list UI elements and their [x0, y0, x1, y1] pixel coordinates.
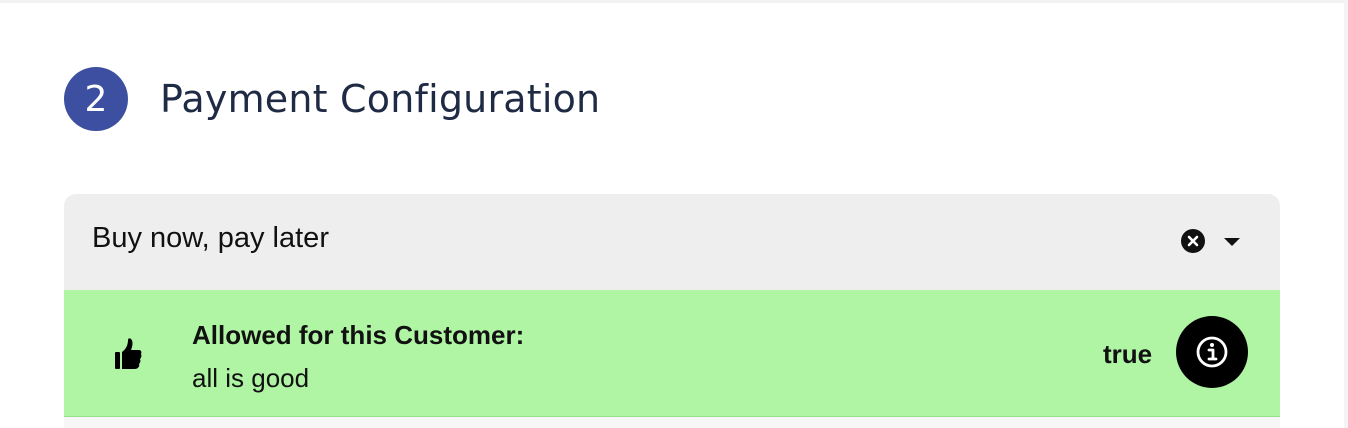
customer-eligibility-panel: Allowed for this Customer: all is good t… — [64, 290, 1280, 416]
step-number-badge: 2 — [64, 67, 128, 131]
caret-down-icon[interactable] — [1222, 232, 1242, 252]
payment-configuration-page: 2 Payment Configuration Buy now, pay lat… — [0, 0, 1348, 428]
clear-selection-icon[interactable] — [1181, 229, 1205, 253]
top-divider — [0, 0, 1348, 3]
info-button[interactable] — [1176, 316, 1248, 388]
eligibility-value: true — [1103, 339, 1153, 369]
eligibility-title: Allowed for this Customer: — [192, 320, 525, 350]
payment-method-select[interactable]: Buy now, pay later — [64, 194, 1280, 290]
right-divider — [1344, 0, 1348, 428]
step-header: 2 Payment Configuration — [64, 67, 601, 131]
selected-payment-method[interactable]: Buy now, pay later — [92, 222, 329, 255]
next-section-strip — [64, 417, 1280, 428]
info-icon — [1196, 336, 1228, 368]
thumbs-up-icon — [115, 338, 142, 369]
eligibility-message: all is good — [192, 363, 310, 393]
step-title: Payment Configuration — [160, 77, 601, 121]
